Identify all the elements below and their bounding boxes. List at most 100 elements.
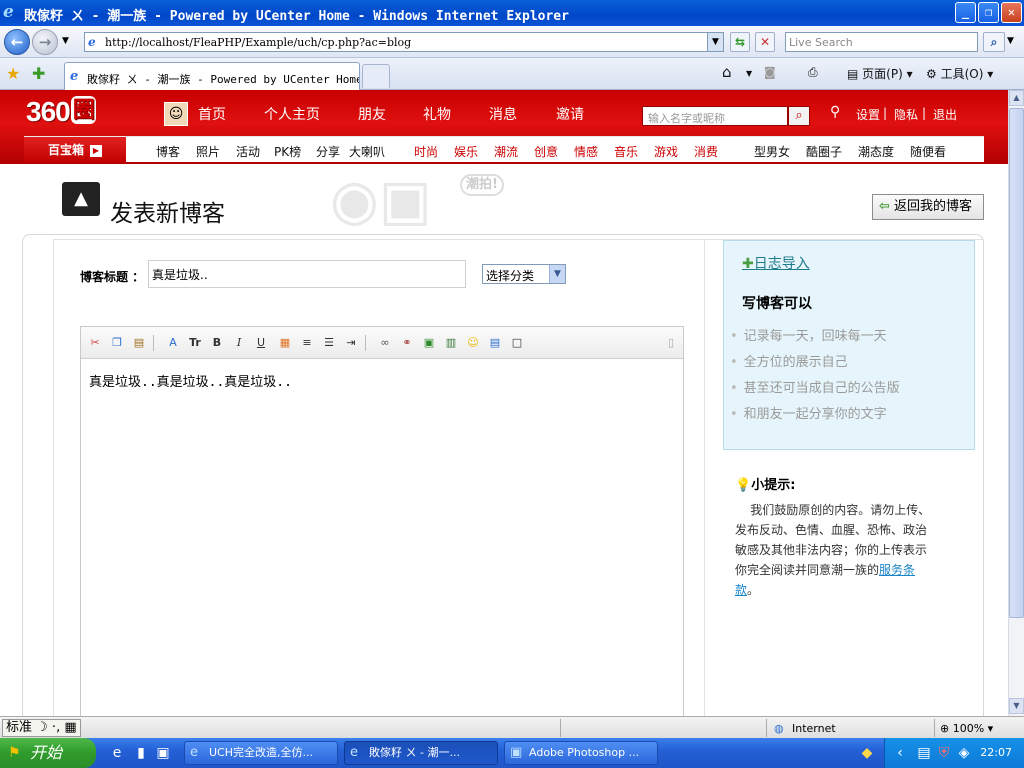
nav-home[interactable]: 首页	[198, 104, 226, 124]
zoom-level[interactable]: ⊕ 100% ▾	[940, 722, 993, 735]
subnav-games[interactable]: 游戏	[654, 143, 678, 160]
nav-gifts[interactable]: 礼物	[423, 104, 451, 124]
subnav-emotion[interactable]: 情感	[574, 143, 598, 160]
history-dropdown-icon[interactable]: ▼	[62, 36, 69, 46]
video-icon[interactable]: ▥	[443, 335, 459, 351]
network-icon[interactable]: ▤	[915, 744, 933, 762]
avatar[interactable]: ☺	[164, 102, 188, 126]
subnav-events[interactable]: 活动	[236, 143, 260, 160]
subnav-pk[interactable]: PK榜	[274, 143, 301, 160]
nav-profile[interactable]: 个人主页	[264, 104, 320, 124]
privacy-link[interactable]: 隐私	[894, 106, 918, 123]
address-input[interactable]: e http://localhost/FleaPHP/Example/uch/c…	[84, 32, 724, 52]
blog-title-input[interactable]: 真是垃圾..	[148, 260, 466, 288]
italic-icon[interactable]: I	[231, 335, 247, 351]
nav-friends[interactable]: 朋友	[358, 104, 386, 124]
subnav-fashion[interactable]: 时尚	[414, 143, 438, 160]
lang-bar-icon[interactable]: ◆	[858, 744, 876, 762]
stop-icon[interactable]: ✕	[755, 32, 775, 52]
font-color-icon[interactable]: A	[165, 335, 181, 351]
baobox-button[interactable]: 百宝箱 ▶	[24, 137, 126, 163]
align-icon[interactable]: ≡	[299, 335, 315, 351]
tools-menu[interactable]: ⚙ 工具(O) ▾	[926, 65, 993, 82]
subnav-creative[interactable]: 创意	[534, 143, 558, 160]
save-icon[interactable]: ▤	[487, 335, 503, 351]
cut-icon[interactable]: ✂	[87, 335, 103, 351]
unlink-icon[interactable]: ⚭	[399, 335, 415, 351]
desktop-quicklaunch-icon[interactable]: ▣	[154, 744, 172, 762]
category-select[interactable]: 选择分类 ▼	[482, 264, 566, 284]
user-search-input[interactable]: 输入名字或昵称	[642, 106, 788, 126]
tray-expand-icon[interactable]: ‹	[891, 744, 909, 762]
tab-current[interactable]: e 敗傢籽 ㄨ - 潮一族 - Powered by UCenter Home	[64, 62, 360, 90]
clock: 22:07	[980, 746, 1012, 759]
scroll-thumb[interactable]	[1009, 108, 1024, 618]
subnav-share[interactable]: 分享	[316, 143, 340, 160]
nav-messages[interactable]: 消息	[489, 104, 517, 124]
page-menu[interactable]: ▤ 页面(P) ▾	[847, 65, 913, 82]
color-palette-icon[interactable]: ▦	[277, 335, 293, 351]
subnav-browse[interactable]: 随便看	[910, 143, 946, 160]
subnav-stylish[interactable]: 型男女	[754, 143, 790, 160]
link-icon[interactable]: ∞	[377, 335, 393, 351]
refresh-icon[interactable]: ⇆	[730, 32, 750, 52]
volume-icon[interactable]: ◈	[955, 744, 973, 762]
back-icon[interactable]: ←	[4, 29, 30, 55]
search-options-icon[interactable]: ▼	[1007, 36, 1014, 46]
document-icon[interactable]: ▯	[663, 335, 679, 351]
import-link[interactable]: ✚日志导入	[742, 253, 810, 273]
feeds-icon[interactable]: ◙	[764, 65, 776, 79]
subnav-broadcast[interactable]: 大喇叭	[349, 143, 385, 160]
start-button[interactable]: ⚑ 开始	[0, 738, 96, 768]
media-quicklaunch-icon[interactable]: ▮	[132, 744, 150, 762]
html-toggle-icon[interactable]: □	[509, 335, 525, 351]
paste-icon[interactable]: ▤	[131, 335, 147, 351]
emoticon-icon[interactable]: ☺	[465, 335, 481, 351]
info-item: • 和朋友一起分享你的文字	[730, 407, 887, 422]
address-dropdown-icon[interactable]: ▼	[707, 33, 723, 51]
font-size-icon[interactable]: Tr	[187, 335, 203, 351]
copy-icon[interactable]: ❐	[109, 335, 125, 351]
subnav-trend[interactable]: 潮流	[494, 143, 518, 160]
settings-link[interactable]: 设置	[856, 106, 880, 123]
favorites-star-icon[interactable]: ★	[6, 64, 20, 83]
shield-icon[interactable]: ⛨	[935, 744, 953, 762]
new-tab-button[interactable]	[362, 64, 390, 88]
subnav-photos[interactable]: 照片	[196, 143, 220, 160]
subnav-entertainment[interactable]: 娱乐	[454, 143, 478, 160]
home-icon[interactable]: ⌂	[722, 63, 732, 81]
scroll-down-icon[interactable]: ▼	[1009, 698, 1024, 714]
taskbar-item[interactable]: e UCH完全改造,全仿...	[184, 741, 338, 765]
taskbar-item[interactable]: ▣ Adobe Photoshop ...	[504, 741, 658, 765]
image-icon[interactable]: ▣	[421, 335, 437, 351]
search-icon[interactable]: ⌕	[983, 32, 1005, 52]
scroll-up-icon[interactable]: ▲	[1009, 90, 1024, 106]
subnav-consume[interactable]: 消费	[694, 143, 718, 160]
maximize-button[interactable]: ❐	[978, 2, 999, 23]
ime-toolbar[interactable]: 标准 ☽ ·, ▦	[2, 719, 81, 737]
indent-icon[interactable]: ⇥	[343, 335, 359, 351]
taskbar-item-active[interactable]: e 敗傢籽 ㄨ - 潮一...	[344, 741, 498, 765]
vertical-scrollbar[interactable]: ▲ ▼	[1008, 90, 1024, 716]
subnav-circles[interactable]: 酷圈子	[806, 143, 842, 160]
editor-content[interactable]: 真是垃圾..真是垃圾..真是垃圾..	[89, 371, 292, 390]
live-search-input[interactable]: Live Search	[785, 32, 978, 52]
forward-icon[interactable]: →	[32, 29, 58, 55]
minimize-button[interactable]: _	[955, 2, 976, 23]
ie-quicklaunch-icon[interactable]: e	[108, 744, 126, 762]
site-logo[interactable]: 360 圈	[26, 96, 96, 128]
close-button[interactable]: ✕	[1001, 2, 1022, 23]
logout-link[interactable]: 退出	[933, 106, 957, 123]
subnav-blog[interactable]: 博客	[156, 143, 180, 160]
print-icon[interactable]: ⎙	[808, 65, 818, 80]
back-to-blog-button[interactable]: ⇦ 返回我的博客	[872, 194, 984, 220]
nav-invite[interactable]: 邀请	[556, 104, 584, 124]
subnav-attitude[interactable]: 潮态度	[858, 143, 894, 160]
home-dropdown-icon[interactable]: ▼	[746, 69, 752, 78]
underline-icon[interactable]: U	[253, 335, 269, 351]
add-favorites-icon[interactable]: ✚	[32, 64, 45, 83]
bullet-list-icon[interactable]: ☰	[321, 335, 337, 351]
bold-icon[interactable]: B	[209, 335, 225, 351]
subnav-music[interactable]: 音乐	[614, 143, 638, 160]
search-icon[interactable]: ⌕	[788, 106, 810, 126]
